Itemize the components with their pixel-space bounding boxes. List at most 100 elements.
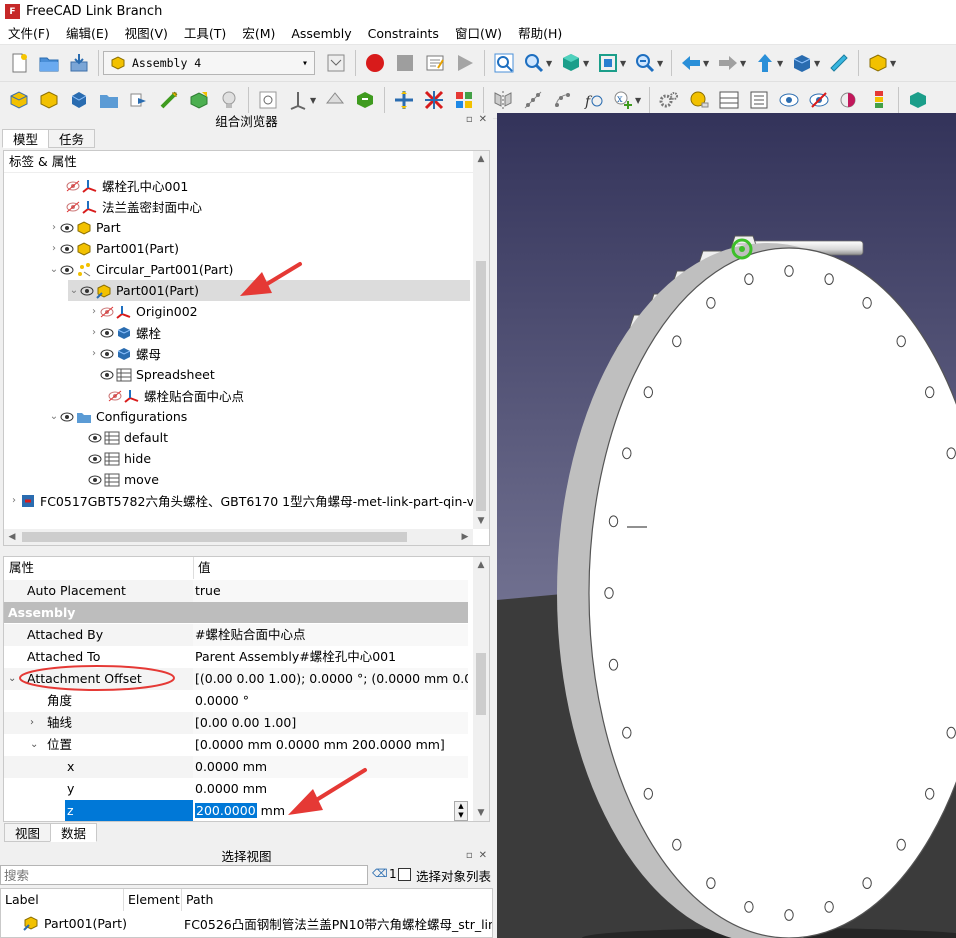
property-row-y[interactable]: y 0.0000 mm	[4, 778, 468, 800]
property-row-axis[interactable]: › 轴线 [0.00 0.00 1.00]	[4, 712, 468, 734]
color-overlay-button[interactable]	[836, 87, 862, 113]
property-value[interactable]: [0.0000 mm 0.0000 mm 200.0000 mm]	[193, 734, 468, 756]
eye-icon[interactable]	[80, 285, 94, 297]
show-lcs-button[interactable]	[776, 87, 802, 113]
measure-button[interactable]	[826, 50, 852, 76]
gears-button[interactable]	[656, 87, 682, 113]
chevron-down-icon[interactable]: ▼	[740, 59, 748, 68]
cube-view-button[interactable]	[905, 87, 931, 113]
eye-icon[interactable]	[60, 411, 74, 423]
expression-button[interactable]: f	[580, 87, 606, 113]
tree-item-config-move[interactable]: move	[88, 469, 159, 490]
chevron-right-icon[interactable]: ›	[30, 712, 34, 734]
save-button[interactable]	[66, 50, 92, 76]
property-row-angle[interactable]: 角度 0.0000 °	[4, 690, 468, 712]
tree-item-bolt[interactable]: › 螺栓	[88, 322, 161, 343]
property-value[interactable]: 0.0000 mm	[193, 778, 468, 800]
hidden-eye-icon[interactable]	[108, 390, 122, 402]
mirror-button[interactable]	[490, 87, 516, 113]
new-body-button[interactable]	[66, 87, 92, 113]
close-icon[interactable]: ✕	[479, 114, 487, 125]
chevron-right-icon[interactable]: ›	[48, 222, 60, 233]
scroll-thumb[interactable]	[22, 532, 407, 542]
chevron-down-icon[interactable]: ▼	[657, 59, 665, 68]
open-folder-button[interactable]	[36, 50, 62, 76]
eye-icon[interactable]	[88, 432, 102, 444]
delete-part-button[interactable]	[421, 87, 447, 113]
menu-view[interactable]: 视图(V)	[117, 23, 176, 45]
property-value[interactable]: Parent Assembly#螺栓孔中心001	[193, 646, 468, 668]
column-header-path[interactable]: Path	[182, 889, 492, 911]
chevron-down-icon[interactable]: ▼	[473, 513, 489, 529]
back-arrow-button[interactable]	[678, 50, 704, 76]
float-icon[interactable]: ▫	[466, 850, 473, 861]
tree-item-config-default[interactable]: default	[88, 427, 168, 448]
std-view-button[interactable]	[789, 50, 815, 76]
spin-box-arrows-icon[interactable]: ▲ ▼	[454, 801, 468, 821]
move-part-button[interactable]	[391, 87, 417, 113]
clear-search-icon[interactable]: ⌫	[372, 867, 388, 880]
tree-item-document[interactable]: › FC0517GBT5782六角头螺栓、GBT6170 1型六角螺母-met-…	[8, 490, 474, 511]
property-value[interactable]: [(0.00 0.00 1.00); 0.0000 °; (0.0000 mm …	[193, 668, 468, 690]
select-list-checkbox[interactable]	[398, 868, 411, 881]
chevron-down-icon[interactable]: ▼	[546, 59, 554, 68]
tree-item-part001-link[interactable]: ⌄ Part001(Part)	[68, 280, 470, 301]
property-value[interactable]: 0.0000 °	[193, 690, 468, 712]
new-document-button[interactable]	[6, 50, 32, 76]
bounding-box-button[interactable]	[595, 50, 621, 76]
explode-button[interactable]	[451, 87, 477, 113]
column-header-label[interactable]: Label	[1, 889, 124, 911]
property-value[interactable]: #螺栓贴合面中心点	[193, 624, 468, 646]
chevron-down-icon[interactable]: ⌄	[48, 264, 60, 275]
chevron-up-icon[interactable]: ▲	[473, 151, 489, 167]
property-row-auto-placement[interactable]: Auto Placement true	[4, 580, 468, 602]
property-row-position[interactable]: ⌄ 位置 [0.0000 mm 0.0000 mm 200.0000 mm]	[4, 734, 468, 756]
macro-edit-button[interactable]	[422, 50, 448, 76]
tab-model[interactable]: 模型	[2, 129, 50, 148]
macro-stop-button[interactable]	[392, 50, 418, 76]
property-group-assembly[interactable]: Assembly	[4, 602, 468, 624]
tree-horizontal-scrollbar[interactable]: ◀ ▶	[4, 529, 473, 545]
table-row[interactable]: Part001(Part) FC0526凸面钢制管法兰盖PN10带六角螺栓螺母_…	[1, 912, 492, 934]
property-row-attached-to[interactable]: Attached To Parent Assembly#螺栓孔中心001	[4, 646, 468, 668]
linear-array-button[interactable]	[520, 87, 546, 113]
property-value[interactable]: 0.0000 mm	[193, 756, 468, 778]
chevron-down-icon[interactable]: ⌄	[68, 285, 80, 296]
3d-viewport[interactable]	[497, 113, 956, 938]
new-group-button[interactable]	[96, 87, 122, 113]
eye-icon[interactable]	[88, 453, 102, 465]
assembly-new-button[interactable]	[865, 50, 891, 76]
chevron-down-icon[interactable]: ▼	[583, 59, 591, 68]
circular-array-button[interactable]	[550, 87, 576, 113]
add-variable-button[interactable]: x	[610, 87, 636, 113]
tree-item-spreadsheet[interactable]: Spreadsheet	[100, 364, 215, 385]
workbench-dropdown-button[interactable]	[323, 50, 349, 76]
column-header-element[interactable]: Element	[124, 889, 182, 911]
selection-search-input[interactable]	[0, 865, 368, 885]
scroll-thumb[interactable]	[476, 261, 486, 511]
hidden-eye-icon[interactable]	[100, 306, 114, 318]
menu-window[interactable]: 窗口(W)	[447, 23, 510, 45]
sketch-button[interactable]	[255, 87, 281, 113]
forward-arrow-button[interactable]	[715, 50, 741, 76]
menu-tools[interactable]: 工具(T)	[176, 23, 234, 45]
datum-plane-button[interactable]	[322, 87, 348, 113]
measure-tape-button[interactable]	[686, 87, 712, 113]
tree-item-configurations[interactable]: ⌄ Configurations	[48, 406, 188, 427]
scroll-thumb[interactable]	[476, 653, 486, 715]
zoom-button[interactable]	[632, 50, 658, 76]
menu-edit[interactable]: 编辑(E)	[58, 23, 117, 45]
fit-selection-button[interactable]	[521, 50, 547, 76]
parts-list-button[interactable]	[716, 87, 742, 113]
eye-icon[interactable]	[88, 474, 102, 486]
property-vertical-scrollbar[interactable]: ▲ ▼	[473, 557, 489, 821]
new-assembly-button[interactable]	[6, 87, 32, 113]
tab-data[interactable]: 数据	[50, 823, 98, 842]
macro-record-button[interactable]	[362, 50, 388, 76]
tree-vertical-scrollbar[interactable]: ▲ ▼	[473, 151, 489, 529]
tree-item-flange-seal-center[interactable]: 法兰盖密封面中心	[66, 196, 202, 217]
property-row-attachment-offset[interactable]: ⌄ Attachment Offset [(0.00 0.00 1.00); 0…	[4, 668, 468, 690]
chevron-right-icon[interactable]: ›	[88, 348, 100, 359]
chevron-down-icon[interactable]: ▼	[777, 59, 785, 68]
chevron-right-icon[interactable]: ›	[48, 243, 60, 254]
